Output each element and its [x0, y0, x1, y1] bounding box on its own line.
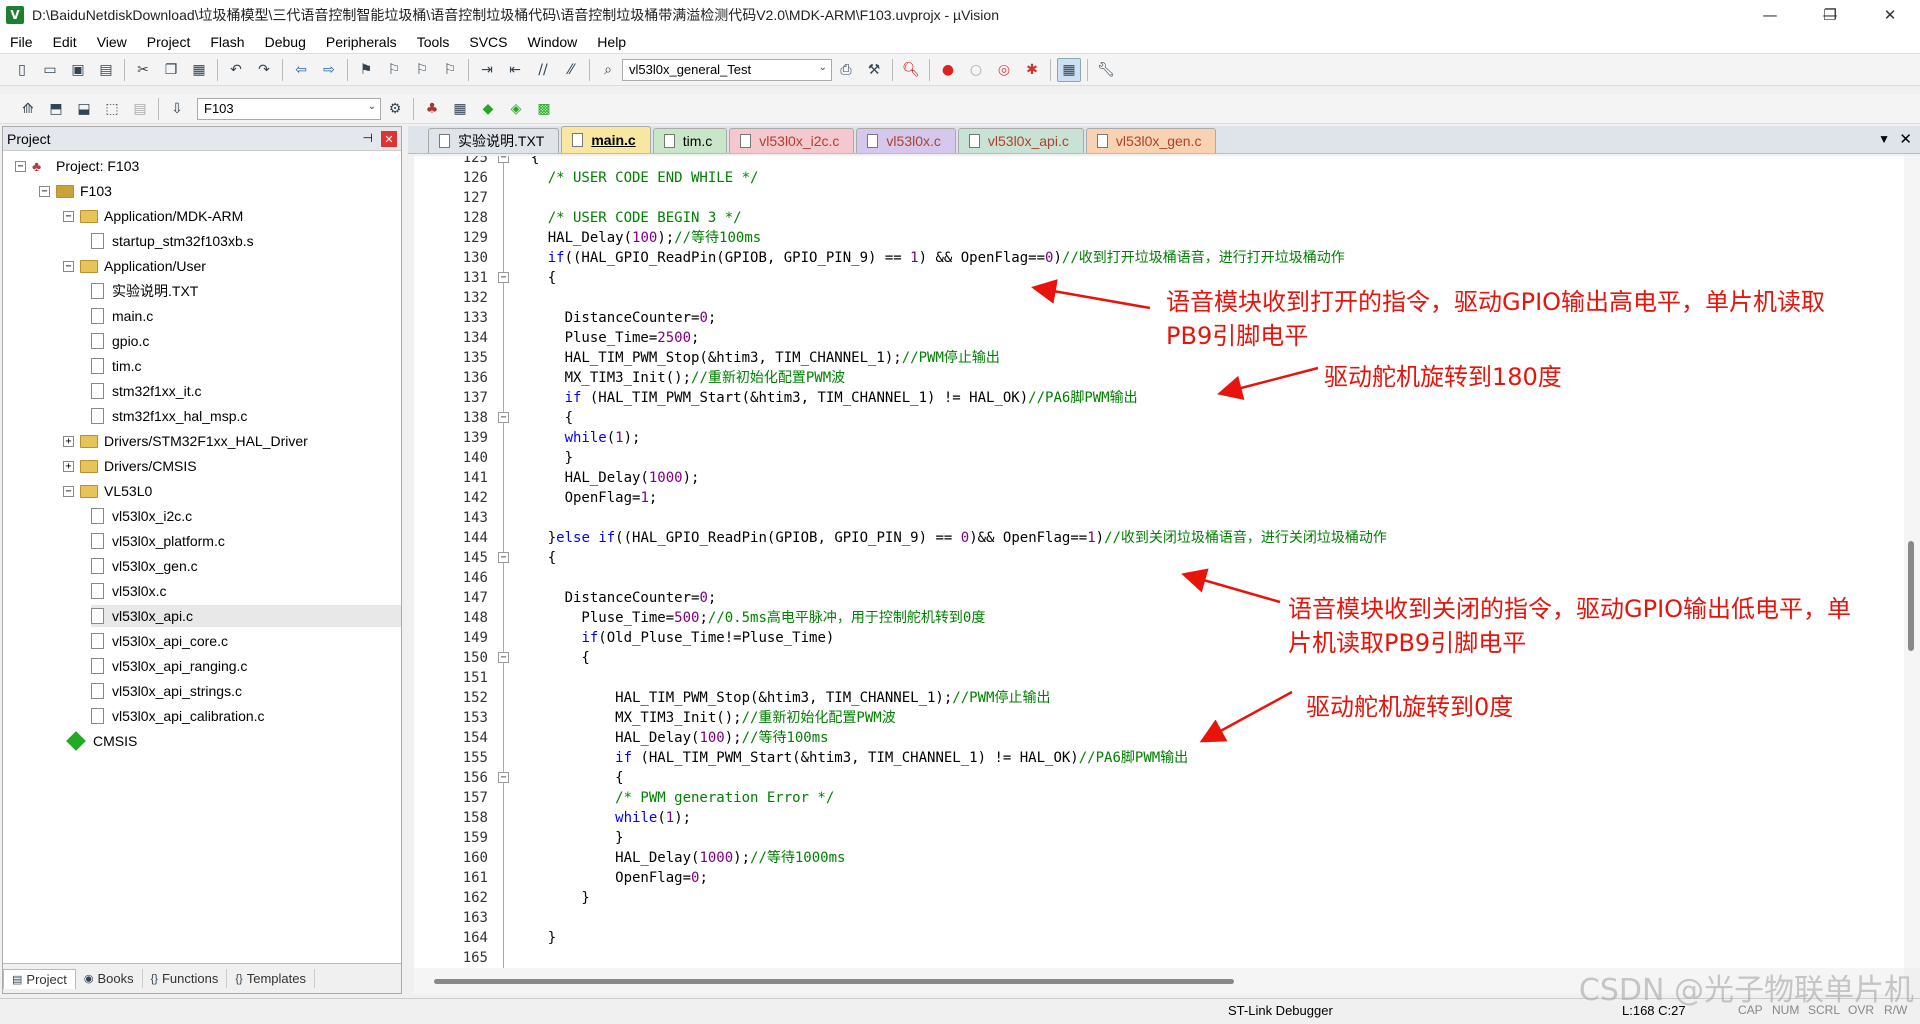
annotation-180-degree: 驱动舵机旋转到180度 — [1324, 363, 1562, 391]
annotation-close-command: 语音模块收到关闭的指令，驱动GPIO输出低电平，单 片机读取PB9引脚电平 — [1288, 595, 1852, 657]
status-debugger: ST-Link Debugger — [1228, 1003, 1333, 1018]
annotation-open-command: 语音模块收到打开的指令，驱动GPIO输出高电平，单片机读取 PB9引脚电平 — [1166, 288, 1826, 350]
annotation-0-degree: 驱动舵机旋转到0度 — [1306, 693, 1514, 721]
arrow-180-degree — [1217, 366, 1319, 401]
watermark: CSDN @光子物联单片机 — [1578, 973, 1914, 1008]
annotation-arrows — [1031, 279, 1319, 743]
arrow-close-command — [1181, 568, 1281, 604]
arrow-open-command — [1031, 279, 1151, 310]
arrow-0-degree — [1199, 690, 1293, 743]
